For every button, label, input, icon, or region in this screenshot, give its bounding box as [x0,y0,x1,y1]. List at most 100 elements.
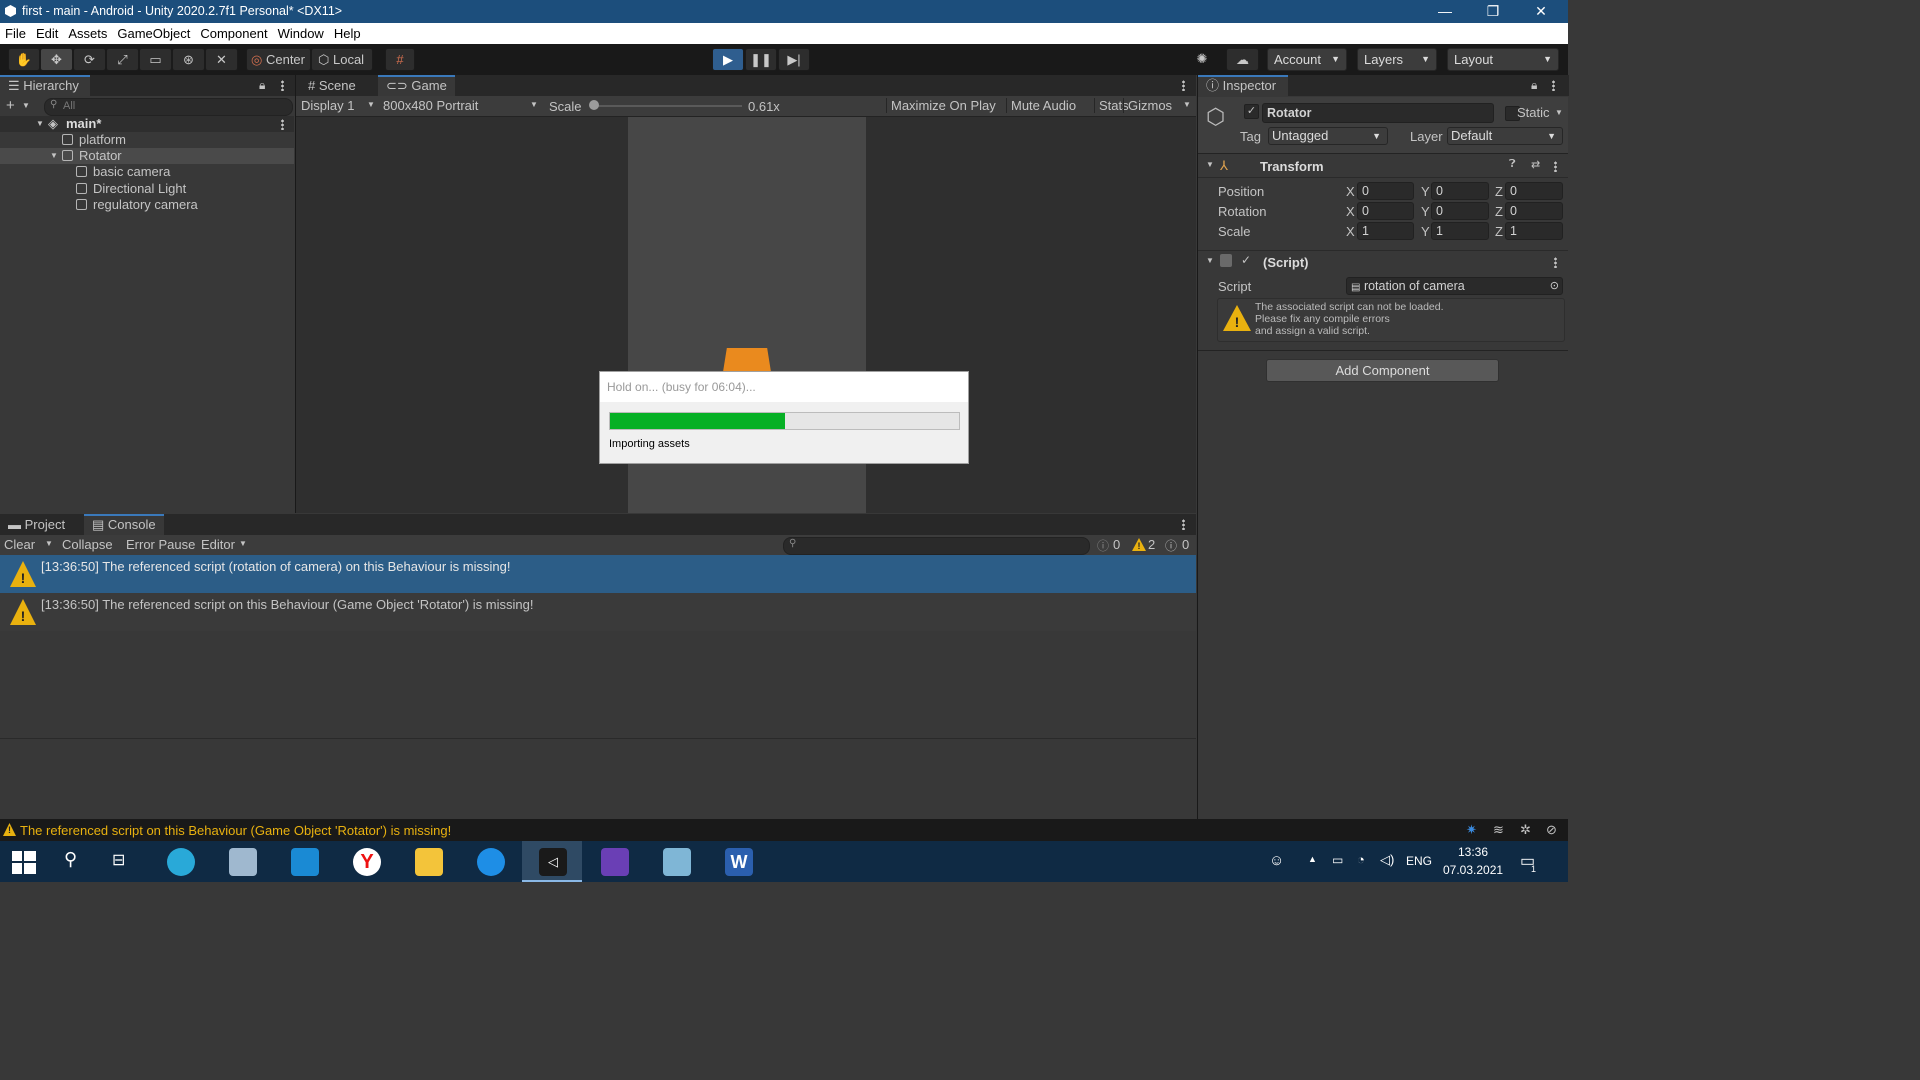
tree-item-regulatory-camera[interactable]: regulatory camera [0,197,294,213]
layers-stack-icon[interactable]: ≋ [1493,822,1504,838]
resolution-dropdown[interactable]: 800x480 Portrait [383,98,478,113]
taskbar-app-clock[interactable] [150,841,210,882]
tray-expand-icon[interactable]: ▲ [1308,854,1317,864]
scale-y-field[interactable]: 1 [1431,222,1489,240]
tab-inspector[interactable]: ⓘ Inspector [1198,75,1288,96]
task-view-button[interactable]: ⊟ [96,841,148,882]
layer-dropdown[interactable]: Default ▼ [1447,127,1563,145]
layers-dropdown[interactable]: Layers ▼ [1357,48,1437,71]
tab-project[interactable]: ▬ Project [0,514,73,535]
rotation-x-field[interactable]: 0 [1357,202,1414,220]
game-view-menu-icon[interactable] [1182,80,1185,91]
wifi-icon[interactable]: ◔ [1357,852,1365,867]
menu-help[interactable]: Help [329,23,366,41]
menu-window[interactable]: Window [273,23,329,41]
collab-button[interactable]: ✺ [1188,48,1216,71]
tab-game[interactable]: ⊂⊃ Game [378,75,455,96]
custom-tool-button[interactable]: ✕ [205,48,238,71]
collapse-toggle[interactable]: Collapse [62,537,113,552]
console-log-row[interactable]: ! [13:36:50] The referenced script (rota… [0,555,1196,593]
taskbar-app-unity[interactable]: ◁ [522,841,582,882]
search-button[interactable]: ⚲ [48,841,96,882]
taskbar-app-yandex[interactable]: Y [336,841,396,882]
expand-arrow-icon[interactable]: ▼ [1206,256,1214,265]
chevron-down-icon[interactable]: ▼ [22,101,30,110]
chevron-down-icon[interactable]: ▼ [1183,100,1191,109]
taskbar-app-recycle[interactable] [212,841,272,882]
tab-console[interactable]: ▤ Console [84,514,164,535]
scale-slider-track[interactable] [594,105,742,107]
hierarchy-search-input[interactable]: ⚲ All [44,98,293,116]
script-menu-icon[interactable] [1554,257,1557,268]
menu-assets[interactable]: Assets [63,23,112,41]
rotation-y-field[interactable]: 0 [1431,202,1489,220]
taskbar-app-word[interactable]: W [708,841,768,882]
tab-hierarchy[interactable]: ☰ Hierarchy [0,75,90,96]
cloud-button[interactable]: ☁ [1226,48,1259,71]
error-pause-toggle[interactable]: Error Pause [126,537,195,552]
editor-dropdown[interactable]: Editor [201,537,235,552]
add-component-button[interactable]: Add Component [1266,359,1499,382]
tree-item-rotator[interactable]: ▼ Rotator [0,148,294,164]
people-icon[interactable]: ☺ [1269,852,1284,869]
expand-arrow-icon[interactable]: ▼ [36,116,44,132]
volume-icon[interactable]: ◁) [1380,852,1394,868]
scale-z-field[interactable]: 1 [1505,222,1563,240]
status-message[interactable]: The referenced script on this Behaviour … [20,823,451,838]
active-checkbox[interactable]: ✓ [1244,104,1259,119]
position-z-field[interactable]: 0 [1505,182,1563,200]
script-enabled-checkbox[interactable]: ✓ [1241,253,1251,267]
pause-button[interactable]: ❚❚ [745,48,777,71]
tree-item-directional-light[interactable]: Directional Light [0,181,294,197]
check-icon[interactable]: ⊘ [1546,822,1557,838]
help-icon[interactable]: ❓︎ [1509,158,1516,171]
mute-audio-toggle[interactable]: Mute Audio [1006,98,1080,113]
console-search-input[interactable]: ⚲ [783,537,1090,555]
hand-tool-button[interactable]: ✋ [8,48,40,71]
menu-component[interactable]: Component [195,23,272,41]
maximize-on-play-toggle[interactable]: Maximize On Play [886,98,1000,113]
object-picker-icon[interactable]: ⊙ [1550,278,1559,294]
taskbar-app-explorer[interactable] [398,841,458,882]
language-indicator[interactable]: ENG [1406,854,1432,868]
minimize-button[interactable]: — [1422,0,1468,23]
tree-item-platform[interactable]: platform [0,132,294,148]
battery-icon[interactable]: ▭ [1332,853,1343,867]
taskbar-app-notepad[interactable] [646,841,706,882]
clock-date[interactable]: 07.03.2021 [1443,863,1503,877]
expand-arrow-icon[interactable]: ▼ [1206,160,1214,169]
rotation-z-field[interactable]: 0 [1505,202,1563,220]
scale-tool-button[interactable]: ⤢ [106,48,139,71]
transform-menu-icon[interactable] [1554,161,1557,172]
lock-icon[interactable]: 🔒︎ [1531,78,1537,93]
play-button[interactable]: ▶ [712,48,744,71]
taskbar-app-edge[interactable] [460,841,520,882]
taskbar-app-store[interactable] [274,841,334,882]
start-button[interactable] [0,841,48,882]
console-log-row[interactable]: ! [13:36:50] The referenced script on th… [0,593,1196,631]
expand-arrow-icon[interactable]: ▼ [50,148,58,164]
grid-snap-button[interactable]: # [385,48,415,71]
preset-icon[interactable]: ⇄ [1531,158,1540,171]
info-count[interactable]: 0 [1113,537,1120,552]
display-dropdown[interactable]: Display 1 [301,98,354,113]
layout-dropdown[interactable]: Layout ▼ [1447,48,1559,71]
console-menu-icon[interactable] [1182,519,1185,530]
pivot-mode-button[interactable]: ◎ Center [246,48,311,71]
move-tool-button[interactable]: ✥ [40,48,73,71]
tree-item-basic-camera[interactable]: basic camera [0,164,294,180]
maximize-button[interactable]: ❐ [1470,0,1516,23]
transform-component-header[interactable]: ▼ ⅄ Transform ❓︎ ⇄ [1198,155,1568,178]
position-x-field[interactable]: 0 [1357,182,1414,200]
scale-slider-handle[interactable] [589,100,599,110]
progress-spinner-icon[interactable]: ✷ [1466,822,1477,838]
position-y-field[interactable]: 0 [1431,182,1489,200]
hierarchy-menu-icon[interactable] [281,80,284,91]
transform-tool-button[interactable]: ⊛ [172,48,205,71]
clear-button[interactable]: Clear [4,537,35,552]
chevron-down-icon[interactable]: ▼ [45,539,53,548]
gizmos-toggle[interactable]: Gizmos [1123,98,1176,113]
rect-tool-button[interactable]: ▭ [139,48,172,71]
close-button[interactable]: ✕ [1518,0,1564,23]
menu-gameobject[interactable]: GameObject [112,23,195,41]
